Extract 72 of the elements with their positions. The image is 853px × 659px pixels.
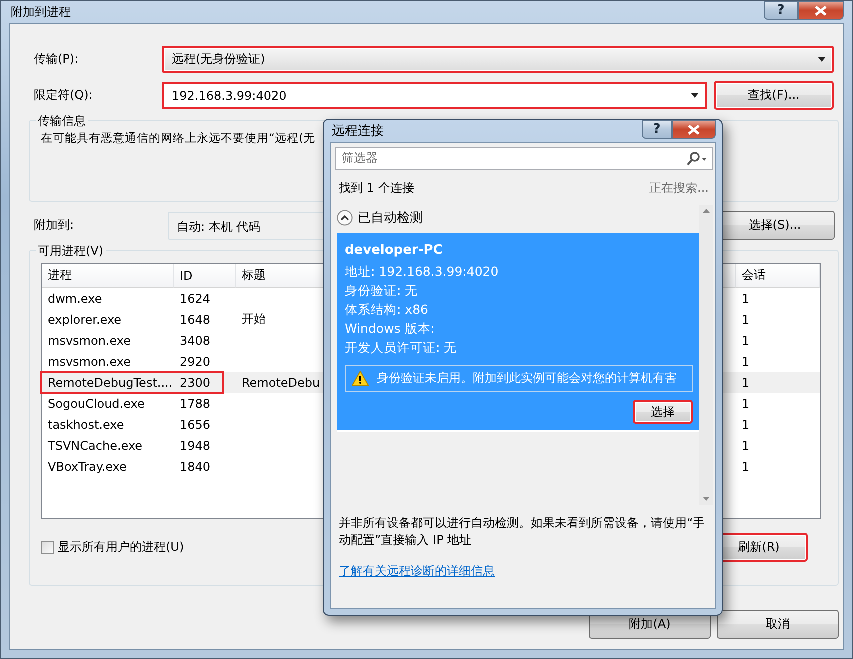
table-cell: 1 bbox=[742, 292, 750, 306]
field-label: 传输(P): bbox=[33, 51, 80, 68]
table-cell: 1656 bbox=[180, 418, 211, 432]
table-cell: dwm.exe bbox=[48, 292, 102, 306]
device-detail: 体系结构: x86 bbox=[345, 302, 430, 319]
table-cell: 2920 bbox=[180, 354, 211, 368]
table-cell: TSVNCache.exe bbox=[48, 438, 143, 452]
window-title: 附加到进程 bbox=[10, 4, 71, 20]
details-link[interactable]: 了解有关远程诊断的详细信息 bbox=[335, 549, 713, 580]
table-cell: 开始 bbox=[242, 311, 266, 328]
help-button[interactable]: ? bbox=[642, 120, 672, 139]
table-cell: 1648 bbox=[180, 312, 211, 326]
search-icon bbox=[686, 152, 708, 166]
group-title: 传输信息 bbox=[36, 113, 88, 130]
dropdown-caret-icon bbox=[818, 57, 826, 62]
checkbox-label: 显示所有用户的进程(U) bbox=[58, 539, 184, 556]
close-button[interactable] bbox=[798, 1, 844, 20]
collapse-icon bbox=[337, 210, 353, 226]
table-cell: 2300 bbox=[180, 376, 211, 390]
table-cell: taskhost.exe bbox=[48, 418, 124, 432]
table-cell: RemoteDebu bbox=[242, 376, 320, 390]
column-header[interactable]: 进程 bbox=[42, 264, 174, 288]
scrollbar[interactable] bbox=[699, 205, 713, 505]
dropdown-caret-icon bbox=[691, 93, 699, 98]
close-icon bbox=[815, 6, 827, 16]
table-cell: 1 bbox=[742, 376, 750, 390]
device-detail: 地址: 192.168.3.99:4020 bbox=[345, 264, 500, 281]
close-button[interactable] bbox=[672, 120, 716, 139]
column-header[interactable]: 会话 bbox=[736, 264, 820, 288]
group-toggle[interactable]: 已自动检测 bbox=[335, 205, 425, 231]
device-card[interactable]: developer-PC 地址: 192.168.3.99:4020 身份验证: 无 体系结构: x86 Windows 版本: 开发人员许可证: 无 身份验证未启用。附加到此实例可能会对您的计算机有害 选择 bbox=[337, 233, 699, 432]
find-button[interactable]: 查找(F)... bbox=[714, 81, 834, 110]
device-name: developer-PC bbox=[345, 243, 444, 258]
table-cell: msvsmon.exe bbox=[48, 354, 132, 368]
search-status: 正在搜索... bbox=[650, 180, 709, 197]
found-count: 找到 1 个连接 bbox=[339, 180, 414, 197]
close-icon bbox=[688, 124, 700, 134]
table-cell: 1624 bbox=[180, 292, 211, 306]
qualifier-field[interactable]: 192.168.3.99:4020 bbox=[162, 82, 707, 109]
table-cell: msvsmon.exe bbox=[48, 334, 132, 348]
table-cell: 1 bbox=[742, 438, 750, 452]
warning-text: 身份验证未启用。附加到此实例可能会对您的计算机有害 bbox=[377, 370, 677, 387]
table-cell: 3408 bbox=[180, 334, 211, 348]
info-text: 在可能具有恶意通信的网络上永远不要使用“远程(无 bbox=[41, 131, 316, 146]
field-label: 附加到: bbox=[33, 217, 76, 234]
table-cell: 1840 bbox=[180, 460, 211, 474]
choose-button[interactable]: 选择 bbox=[633, 400, 693, 424]
table-cell: explorer.exe bbox=[48, 312, 122, 326]
cancel-button[interactable]: 取消 bbox=[717, 610, 839, 639]
scroll-down-icon bbox=[702, 497, 710, 501]
table-cell: 1 bbox=[742, 418, 750, 432]
table-cell: 1948 bbox=[180, 438, 211, 452]
field-label: 限定符(Q): bbox=[33, 87, 94, 104]
device-detail: Windows 版本: bbox=[345, 321, 436, 338]
note-text: 并非所有设备都可以进行自动检测。如果未看到所需设备，请使用“手动配置”直接输入 IP 地址 bbox=[338, 515, 706, 549]
warning-icon bbox=[352, 371, 369, 386]
device-detail: 身份验证: 无 bbox=[345, 283, 420, 300]
filter-field[interactable]: 筛选器 bbox=[335, 147, 713, 170]
group-title: 可用进程(V) bbox=[36, 243, 106, 260]
table-cell: 1 bbox=[742, 354, 750, 368]
scroll-up-icon bbox=[702, 209, 710, 213]
table-cell: 1788 bbox=[180, 396, 211, 410]
checkbox[interactable] bbox=[41, 541, 54, 554]
column-header[interactable]: ID bbox=[174, 264, 236, 288]
dialog-title: 远程连接 bbox=[331, 123, 384, 140]
table-cell: RemoteDebugTest.... bbox=[48, 376, 173, 390]
transport-dropdown[interactable]: 远程(无身份验证) bbox=[162, 46, 834, 73]
table-cell: SogouCloud.exe bbox=[48, 396, 145, 410]
device-detail: 开发人员许可证: 无 bbox=[345, 340, 458, 357]
table-cell: VBoxTray.exe bbox=[48, 460, 127, 474]
table-cell: 1 bbox=[742, 460, 750, 474]
help-button[interactable]: ? bbox=[764, 1, 798, 20]
